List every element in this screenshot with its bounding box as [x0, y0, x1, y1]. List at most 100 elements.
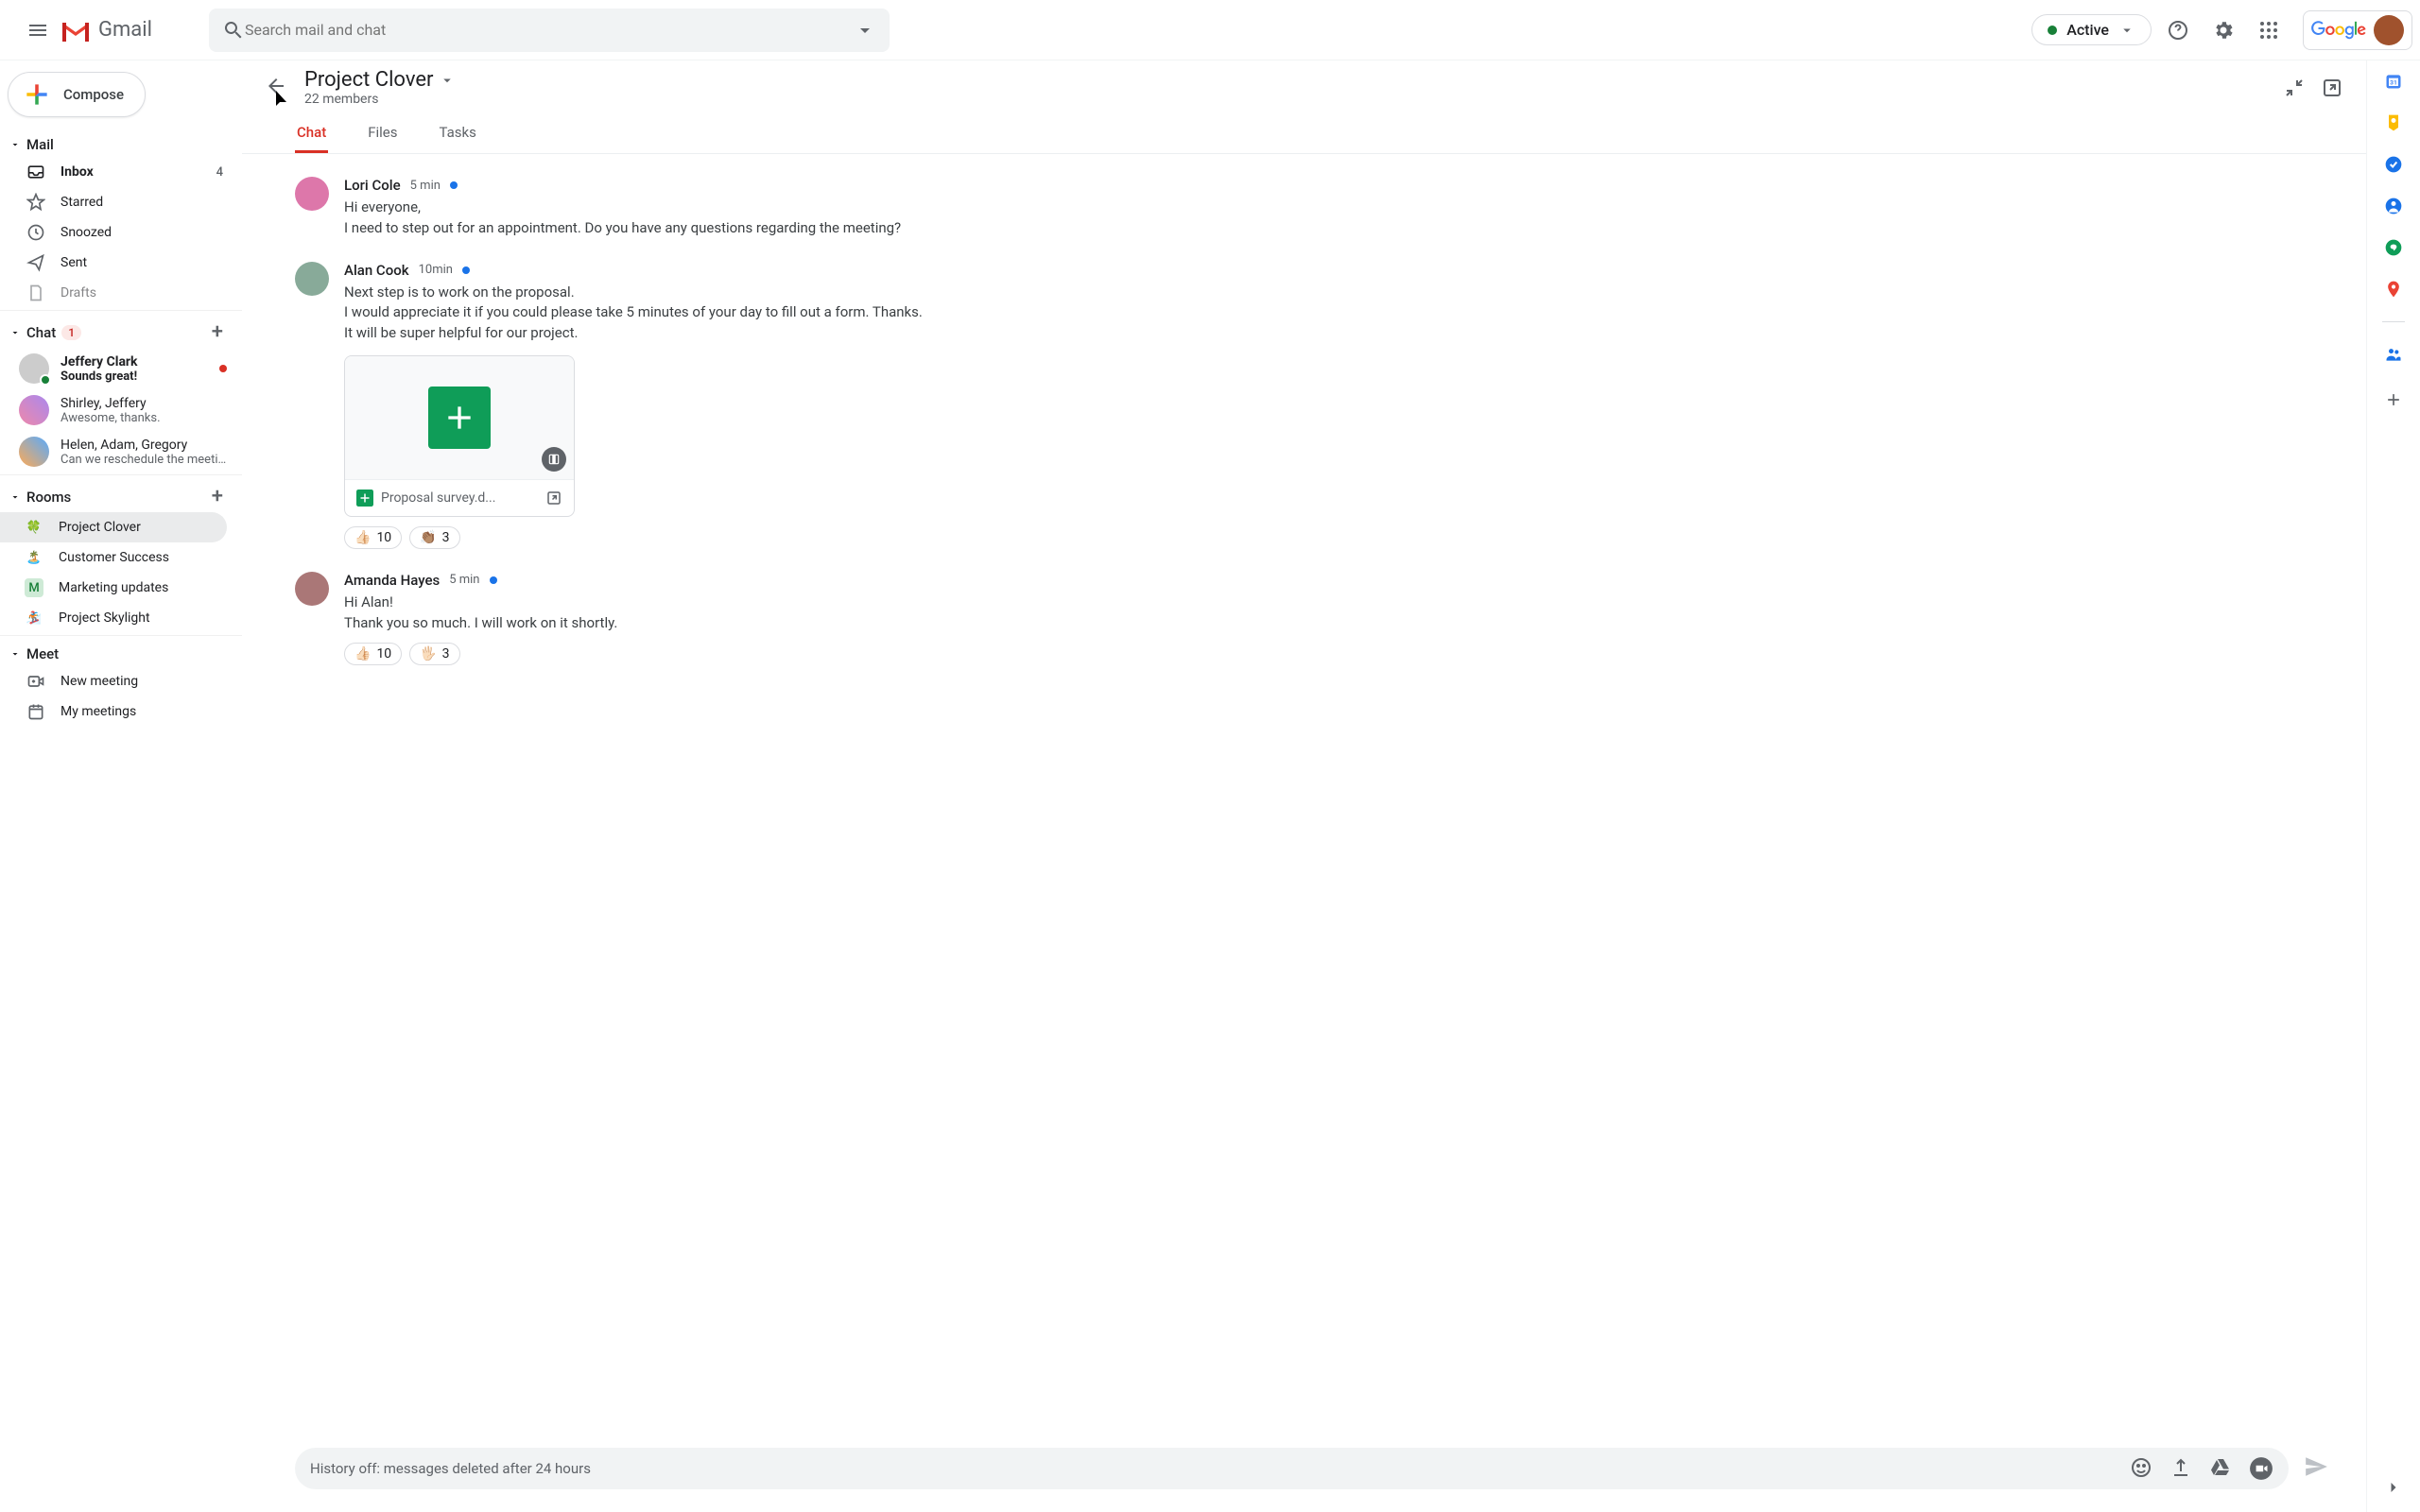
chat-item[interactable]: Helen, Adam, Gregory Can we reschedule t… [0, 431, 242, 472]
video-plus-icon [26, 672, 45, 691]
send-icon [2304, 1454, 2328, 1479]
meet-label: Meet [26, 645, 59, 662]
file-icon [26, 284, 45, 302]
avatar [19, 353, 49, 384]
app-name-text: Gmail [98, 18, 152, 42]
mail-section-header[interactable]: Mail [0, 132, 242, 157]
avatar [19, 437, 49, 467]
collapse-panel-button[interactable] [2384, 1478, 2403, 1501]
chat-preview: Awesome, thanks. [60, 411, 227, 425]
add-room-button[interactable]: + [212, 485, 223, 508]
search-options-icon[interactable] [854, 19, 876, 42]
compose-label: Compose [63, 86, 124, 103]
emoji-icon: 👏🏽 [420, 530, 436, 545]
tab-chat[interactable]: Chat [295, 114, 328, 153]
chat-label: Chat [26, 324, 56, 341]
account-switcher[interactable] [2303, 10, 2412, 50]
reaction-wave[interactable]: 🖐🏻 3 [409, 643, 459, 665]
nav-snoozed[interactable]: Snoozed [0, 217, 234, 248]
room-item[interactable]: 🏂 Project Skylight [0, 603, 227, 633]
sheets-small-icon [356, 490, 373, 507]
chat-item[interactable]: Jeffery Clark Sounds great! [0, 348, 242, 389]
chat-name: Shirley, Jeffery [60, 396, 227, 411]
rooms-section-header[interactable]: Rooms + [0, 481, 242, 512]
collapse-icon[interactable] [2283, 77, 2306, 99]
calendar-app-icon[interactable]: 31 [2384, 72, 2403, 91]
chat-name: Helen, Adam, Gregory [60, 438, 227, 453]
open-external-icon[interactable] [545, 490, 562, 507]
chat-preview: Can we reschedule the meeti... [60, 453, 227, 467]
hangouts-app-icon[interactable] [2384, 238, 2403, 257]
unread-indicator-icon [462, 266, 470, 274]
upload-icon[interactable] [2169, 1456, 2192, 1479]
open-new-icon[interactable] [2321, 77, 2343, 99]
attachment-preview [345, 356, 574, 479]
message-list[interactable]: Lori Cole 5 min Hi everyone, I need to s… [242, 154, 2366, 1438]
unread-indicator-icon [450, 181, 458, 189]
tab-files[interactable]: Files [366, 114, 399, 153]
side-panel: 31 [2367, 60, 2420, 1512]
nav-inbox[interactable]: Inbox 4 [0, 157, 234, 187]
chevron-right-icon [2384, 1478, 2403, 1497]
message-author: Amanda Hayes [344, 572, 440, 589]
send-icon [26, 253, 45, 272]
message-time: 5 min [449, 573, 479, 587]
nav-sent[interactable]: Sent [0, 248, 234, 278]
reaction-clap[interactable]: 👏🏽3 [409, 526, 459, 549]
presence-dot-icon [2048, 26, 2057, 35]
meet-section-header[interactable]: Meet [0, 642, 242, 666]
attachment-card[interactable]: Proposal survey.d... [344, 355, 575, 517]
svg-text:31: 31 [2390, 78, 2397, 86]
drive-badge-icon [542, 447, 566, 472]
search-bar[interactable] [209, 9, 890, 52]
compose-button[interactable]: Compose [8, 72, 146, 117]
my-meetings-button[interactable]: My meetings [0, 696, 234, 727]
new-meeting-button[interactable]: New meeting [0, 666, 234, 696]
nav-starred[interactable]: Starred [0, 187, 234, 217]
hamburger-menu[interactable] [15, 8, 60, 53]
search-input[interactable] [245, 21, 854, 39]
gmail-logo[interactable]: Gmail [60, 18, 152, 42]
people-app-icon[interactable] [2384, 345, 2403, 364]
user-avatar[interactable] [2374, 15, 2404, 45]
keep-app-icon[interactable] [2384, 113, 2403, 132]
settings-button[interactable] [2204, 11, 2242, 49]
emoji-icon[interactable] [2130, 1456, 2152, 1479]
conversation-title: Project Clover [304, 68, 433, 92]
tasks-app-icon[interactable] [2384, 155, 2403, 174]
reaction-thumbs-up[interactable]: 👍🏻10 [344, 643, 402, 665]
room-icon: 🍀 [25, 518, 43, 537]
add-app-icon[interactable] [2384, 390, 2403, 409]
room-item[interactable]: 🍀 Project Clover [0, 512, 227, 542]
chat-section-header[interactable]: Chat 1 + [0, 317, 242, 348]
maps-app-icon[interactable] [2384, 280, 2403, 299]
reaction-count: 3 [442, 646, 450, 662]
add-chat-button[interactable]: + [212, 320, 223, 344]
mail-label: Mail [26, 136, 54, 153]
help-button[interactable] [2159, 11, 2197, 49]
apps-button[interactable] [2250, 11, 2288, 49]
conversation-title-button[interactable]: Project Clover [304, 68, 456, 92]
room-name: Project Skylight [59, 610, 150, 626]
send-button[interactable] [2304, 1454, 2328, 1483]
room-icon: M [25, 578, 43, 597]
nav-label: Snoozed [60, 225, 112, 240]
room-icon: 🏝️ [25, 548, 43, 567]
drive-icon[interactable] [2209, 1456, 2232, 1479]
nav-drafts[interactable]: Drafts [0, 278, 234, 308]
chat-item[interactable]: Shirley, Jeffery Awesome, thanks. [0, 389, 242, 431]
avatar [19, 395, 49, 425]
room-item[interactable]: 🏝️ Customer Success [0, 542, 227, 573]
reaction-thumbs-up[interactable]: 👍🏻10 [344, 526, 402, 549]
chat-preview: Sounds great! [60, 369, 208, 384]
message-composer[interactable]: History off: messages deleted after 24 h… [295, 1448, 2289, 1489]
status-selector[interactable]: Active [2031, 14, 2152, 45]
tab-tasks[interactable]: Tasks [438, 114, 478, 153]
contacts-app-icon[interactable] [2384, 197, 2403, 215]
caret-down-icon [9, 139, 21, 150]
unread-dot-icon [219, 365, 227, 372]
room-item[interactable]: M Marketing updates [0, 573, 227, 603]
video-call-icon[interactable] [2249, 1456, 2273, 1481]
back-button[interactable] [265, 75, 287, 101]
emoji-icon: 🖐🏻 [420, 646, 436, 662]
